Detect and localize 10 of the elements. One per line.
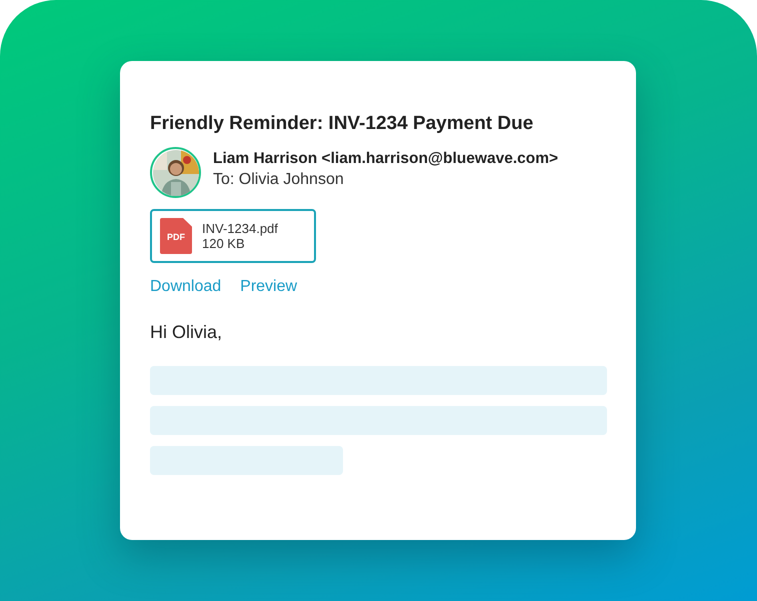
download-link[interactable]: Download: [150, 277, 222, 297]
email-subject: Friendly Reminder: INV-1234 Payment Due: [150, 112, 534, 136]
file-size: 120 KB: [202, 236, 246, 251]
preview-link[interactable]: Preview: [240, 277, 298, 297]
sender: Liam Harrison <liam.harrison@bluewave.com>: [213, 149, 558, 169]
file-name: INV-1234.pdf: [202, 221, 278, 236]
greeting: Hi Olivia,: [150, 321, 224, 344]
attachment-card[interactable]: PDF INV-1234.pdf 120 KB: [150, 209, 316, 263]
recipient: To: Olivia Johnson: [213, 170, 345, 190]
pdf-label: PDF: [167, 231, 185, 244]
